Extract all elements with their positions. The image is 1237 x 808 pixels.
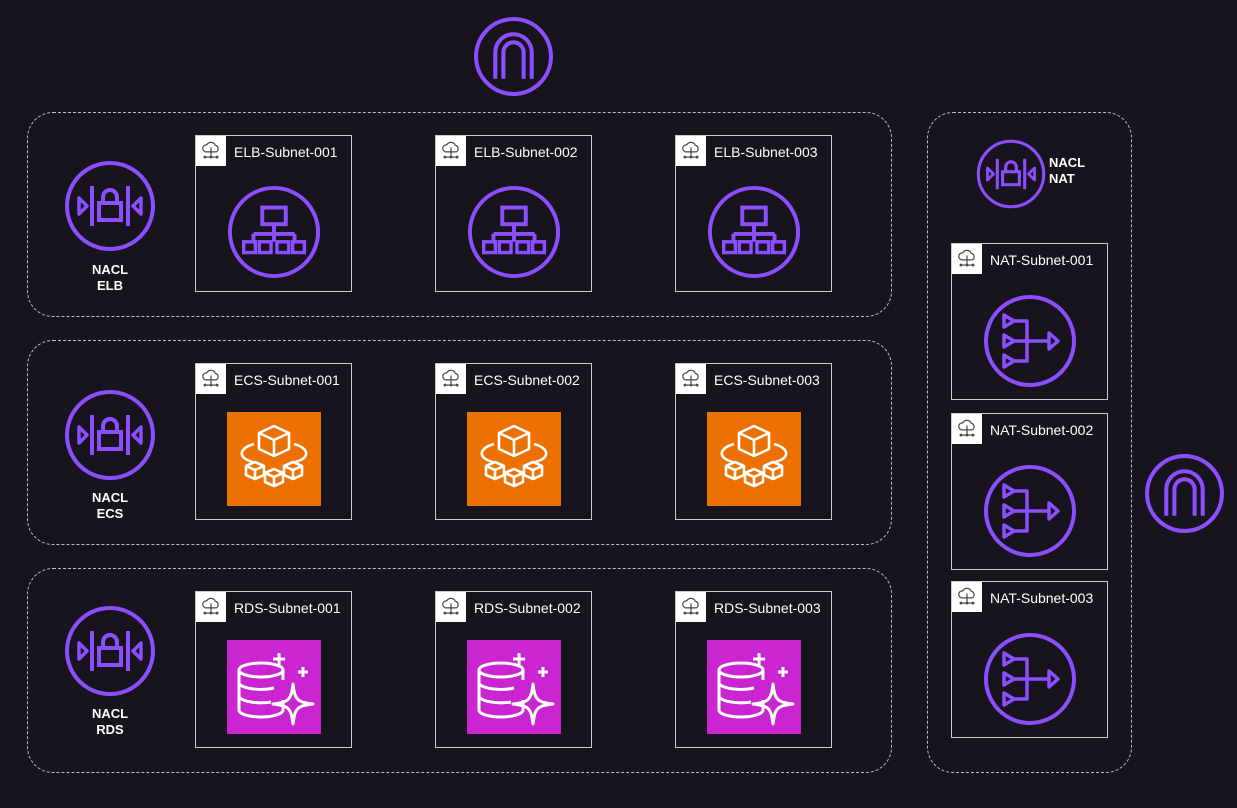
rds-database-icon <box>707 640 801 734</box>
nacl-ecs-line1: NACL <box>91 490 129 505</box>
vpc-subnet-cloud-icon <box>196 592 226 622</box>
subnet-rds-3: RDS-Subnet-003 <box>675 591 832 748</box>
ecs-fargate-icon <box>227 412 321 506</box>
network-acl-icon-ecs <box>64 389 156 481</box>
subnet-label: NAT-Subnet-001 <box>990 252 1094 268</box>
subnet-label: ELB-Subnet-001 <box>234 144 338 160</box>
vpc-subnet-cloud-icon <box>196 364 226 394</box>
subnet-label: ECS-Subnet-003 <box>714 372 820 388</box>
nacl-ecs-label: NACL ECS <box>70 490 150 522</box>
network-acl-icon-rds <box>64 605 156 697</box>
subnet-label: RDS-Subnet-001 <box>234 600 341 616</box>
vpc-subnet-cloud-icon <box>436 592 466 622</box>
subnet-nat-2: NAT-Subnet-002 <box>951 413 1108 570</box>
rds-database-icon <box>227 640 321 734</box>
subnet-ecs-2: ECS-Subnet-002 <box>435 363 592 520</box>
vpc-subnet-cloud-icon <box>952 244 982 274</box>
load-balancer-icon <box>227 185 321 279</box>
nacl-rds-line1: NACL <box>91 706 129 721</box>
ecs-fargate-icon <box>707 412 801 506</box>
nacl-nat-label: NACL NAT <box>1049 155 1089 187</box>
subnet-label: NAT-Subnet-003 <box>990 590 1094 606</box>
nacl-elb-line2: ELB <box>97 278 123 293</box>
vpc-subnet-cloud-icon <box>436 136 466 166</box>
nat-gateway-icon <box>983 464 1077 558</box>
rds-database-icon <box>467 640 561 734</box>
vpc-subnet-cloud-icon <box>952 414 982 444</box>
nat-gateway-icon <box>983 632 1077 726</box>
subnet-nat-3: NAT-Subnet-003 <box>951 581 1108 738</box>
subnet-label: RDS-Subnet-003 <box>714 600 821 616</box>
load-balancer-icon <box>467 185 561 279</box>
nacl-nat-line1: NACL <box>1049 155 1086 170</box>
nacl-elb-line1: NACL <box>91 262 129 277</box>
vpc-subnet-cloud-icon <box>676 136 706 166</box>
network-acl-icon-elb <box>64 160 156 252</box>
vpc-subnet-cloud-icon <box>952 582 982 612</box>
subnet-elb-2: ELB-Subnet-002 <box>435 135 592 292</box>
internet-gateway-icon-top <box>473 16 554 97</box>
nacl-rds-label: NACL RDS <box>70 706 150 738</box>
subnet-rds-1: RDS-Subnet-001 <box>195 591 352 748</box>
subnet-label: ECS-Subnet-002 <box>474 372 580 388</box>
ecs-fargate-icon <box>467 412 561 506</box>
load-balancer-icon <box>707 185 801 279</box>
subnet-ecs-3: ECS-Subnet-003 <box>675 363 832 520</box>
subnet-elb-3: ELB-Subnet-003 <box>675 135 832 292</box>
vpc-subnet-cloud-icon <box>436 364 466 394</box>
vpc-subnet-cloud-icon <box>676 364 706 394</box>
subnet-label: ECS-Subnet-001 <box>234 372 340 388</box>
subnet-nat-1: NAT-Subnet-001 <box>951 243 1108 400</box>
nacl-elb-label: NACL ELB <box>70 262 150 294</box>
nat-gateway-icon <box>983 294 1077 388</box>
nacl-ecs-line2: ECS <box>96 506 124 521</box>
subnet-elb-1: ELB-Subnet-001 <box>195 135 352 292</box>
subnet-label: ELB-Subnet-002 <box>474 144 578 160</box>
internet-gateway-icon-right <box>1144 453 1225 534</box>
nacl-nat-line2: NAT <box>1049 171 1075 186</box>
subnet-label: NAT-Subnet-002 <box>990 422 1094 438</box>
nacl-rds-line2: RDS <box>96 722 124 737</box>
subnet-label: RDS-Subnet-002 <box>474 600 581 616</box>
subnet-rds-2: RDS-Subnet-002 <box>435 591 592 748</box>
vpc-subnet-cloud-icon <box>676 592 706 622</box>
subnet-label: ELB-Subnet-003 <box>714 144 818 160</box>
network-acl-icon-nat <box>976 139 1046 209</box>
subnet-ecs-1: ECS-Subnet-001 <box>195 363 352 520</box>
vpc-subnet-cloud-icon <box>196 136 226 166</box>
